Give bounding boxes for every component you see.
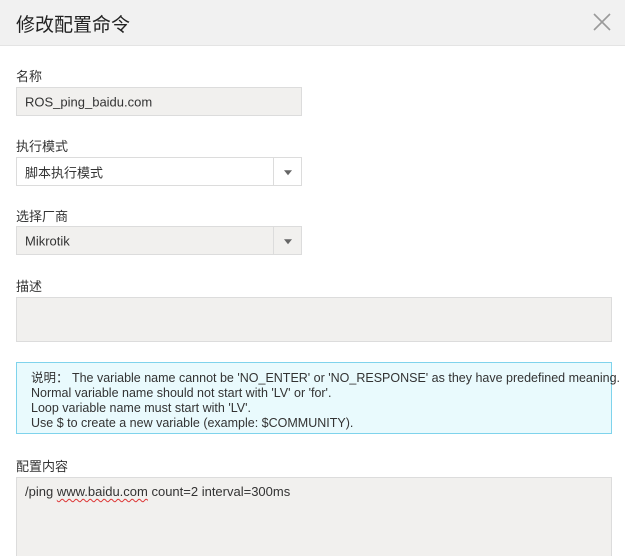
config-text: /ping www.baidu.com count=2 interval=300… [25,484,291,499]
dialog-header: 修改配置命令 [0,0,625,46]
info-line: Normal variable name should not start wi… [31,386,332,400]
mode-select[interactable]: 脚本执行模式 [16,157,302,186]
vendor-label: 选择厂商 [16,210,69,225]
mode-label: 执行模式 [16,140,69,155]
spellcheck-word: www.baidu.com [56,484,148,499]
mode-value: 脚本执行模式 [25,166,104,181]
chevron-down-icon[interactable] [273,158,301,185]
info-line: Loop variable name must start with 'LV'. [31,401,251,415]
name-value: ROS_ping_baidu.com [25,94,153,109]
vendor-select[interactable]: Mikrotik [16,226,302,255]
description-label: 描述 [16,280,43,295]
info-line: 说明： The variable name cannot be 'NO_ENTE… [31,371,620,385]
info-line: Use $ to create a new variable (example:… [31,416,354,430]
config-label: 配置内容 [16,460,69,475]
vendor-value: Mikrotik [25,233,70,248]
config-textarea[interactable]: /ping www.baidu.com count=2 interval=300… [16,477,612,556]
dialog-title: 修改配置命令 [16,14,131,36]
chevron-down-icon[interactable] [273,227,301,254]
name-label: 名称 [16,70,43,85]
description-textarea[interactable] [16,297,612,342]
close-icon[interactable] [592,12,612,32]
info-box: 说明： The variable name cannot be 'NO_ENTE… [16,362,620,434]
name-input[interactable]: ROS_ping_baidu.com [16,87,302,116]
